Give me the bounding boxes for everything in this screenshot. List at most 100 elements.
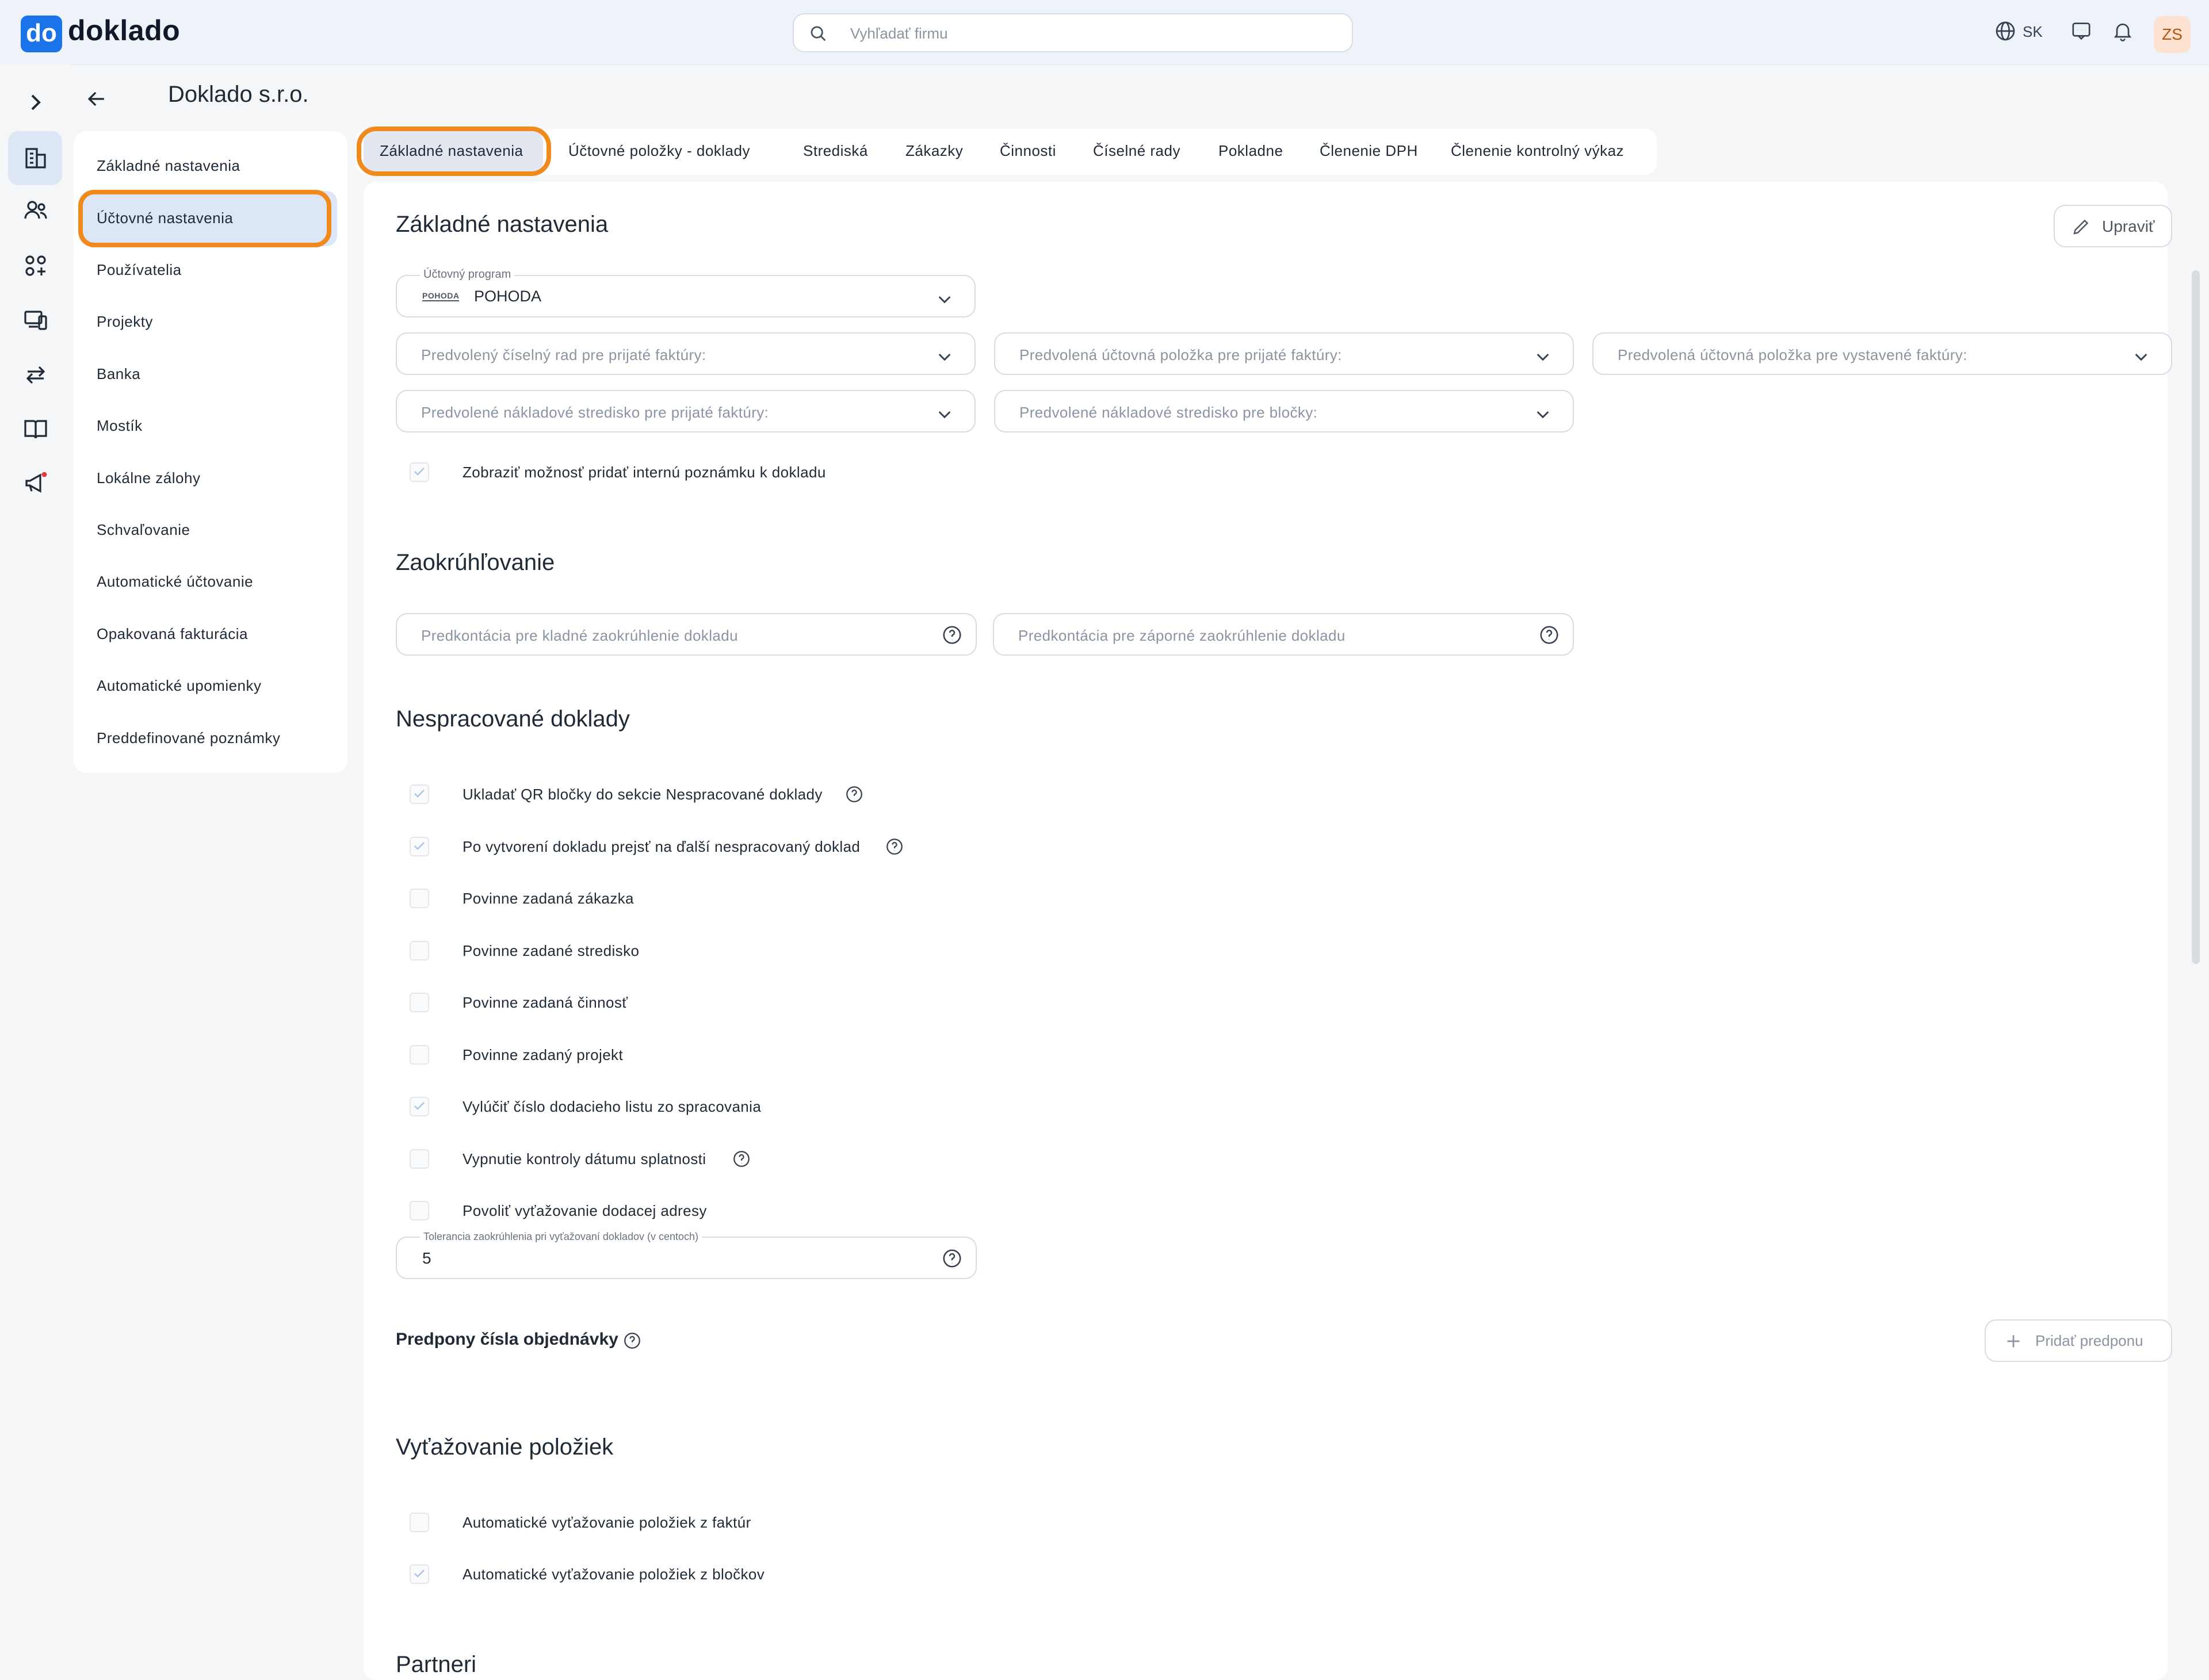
devices-icon[interactable] bbox=[22, 306, 49, 334]
delivery-address-extraction-label: Povoliť vyťažovanie dodacej adresy bbox=[463, 1202, 707, 1219]
required-center-checkbox[interactable] bbox=[410, 941, 429, 960]
tab-basic-settings[interactable]: Základné nastavenia bbox=[380, 142, 523, 160]
help-icon[interactable] bbox=[941, 624, 963, 646]
help-icon[interactable] bbox=[941, 1247, 963, 1269]
internal-note-checkbox[interactable] bbox=[410, 462, 429, 482]
users-icon[interactable] bbox=[22, 197, 49, 224]
required-project-checkbox[interactable] bbox=[410, 1045, 429, 1065]
disable-due-date-check-checkbox[interactable] bbox=[410, 1149, 429, 1169]
edit-button-label: Upraviť bbox=[2102, 217, 2155, 235]
subnav-item-basic-settings[interactable]: Základné nastavenia bbox=[97, 157, 240, 175]
extract-invoice-items-checkbox[interactable] bbox=[410, 1513, 429, 1532]
check-icon bbox=[414, 1570, 425, 1578]
help-icon[interactable] bbox=[844, 784, 864, 804]
required-order-checkbox[interactable] bbox=[410, 889, 429, 908]
tab-vat-breakdown[interactable]: Členenie DPH bbox=[1320, 142, 1418, 160]
required-activity-checkbox[interactable] bbox=[410, 993, 429, 1012]
default-item-issued-placeholder: Predvolená účtovná položka pre vystavené… bbox=[1618, 346, 1967, 363]
search-icon bbox=[811, 26, 826, 41]
chevron-down-icon bbox=[1537, 353, 1549, 361]
subnav-item-local-backups[interactable]: Lokálne zálohy bbox=[97, 469, 200, 487]
subnav-item-users[interactable]: Používatelia bbox=[97, 261, 182, 279]
logo-mark[interactable]: do bbox=[21, 16, 62, 52]
next-document-checkbox[interactable] bbox=[410, 837, 429, 856]
rounding-tolerance-label: Tolerancia zaokrúhlenia pri vyťažovaní d… bbox=[420, 1231, 702, 1243]
qr-receipts-checkbox[interactable] bbox=[410, 784, 429, 804]
subnav-item-bank[interactable]: Banka bbox=[97, 365, 140, 383]
accounting-program-label: Účtovný program bbox=[420, 268, 515, 281]
plus-icon bbox=[2007, 1335, 2020, 1348]
default-center-received-select[interactable]: Predvolené nákladové stredisko pre prija… bbox=[396, 390, 976, 433]
top-bar: do doklado SK ZS bbox=[0, 0, 2209, 65]
extract-receipt-items-checkbox[interactable] bbox=[410, 1564, 429, 1584]
help-icon[interactable] bbox=[1538, 624, 1560, 646]
next-document-label: Po vytvorení dokladu prejsť na ďalší nes… bbox=[463, 838, 861, 855]
scrollbar[interactable] bbox=[2192, 270, 2200, 964]
required-project-label: Povinne zadaný projekt bbox=[463, 1046, 624, 1063]
tab-orders[interactable]: Zákazky bbox=[905, 142, 963, 160]
subnav-item-projects[interactable]: Projekty bbox=[97, 313, 153, 331]
search-input[interactable] bbox=[849, 21, 1335, 45]
subnav-item-approval[interactable]: Schvaľovanie bbox=[97, 521, 190, 539]
rounding-positive-input[interactable]: Predkontácia pre kladné zaokrúhlenie dok… bbox=[396, 613, 977, 656]
section-title-prefixes: Predpony čísla objednávky bbox=[396, 1330, 618, 1349]
transfer-icon[interactable] bbox=[22, 361, 49, 389]
subnav-item-accounting-settings[interactable]: Účtovné nastavenia bbox=[97, 209, 233, 227]
required-center-label: Povinne zadané stredisko bbox=[463, 942, 640, 959]
megaphone-icon[interactable] bbox=[22, 469, 49, 497]
pohoda-logo: POHODA bbox=[422, 291, 460, 301]
default-item-issued-select[interactable]: Predvolená účtovná položka pre vystavené… bbox=[1592, 332, 2172, 375]
rounding-negative-placeholder: Predkontácia pre záporné zaokrúhlenie do… bbox=[1018, 627, 1346, 644]
tab-control-statement[interactable]: Členenie kontrolný výkaz bbox=[1451, 142, 1624, 160]
language-label[interactable]: SK bbox=[2023, 23, 2043, 41]
section-title-extraction: Vyťažovanie položiek bbox=[396, 1434, 614, 1460]
book-icon[interactable] bbox=[22, 415, 49, 443]
rounding-positive-placeholder: Predkontácia pre kladné zaokrúhlenie dok… bbox=[421, 627, 738, 644]
subnav-item-predefined-notes[interactable]: Preddefinované poznámky bbox=[97, 729, 280, 747]
add-prefix-button[interactable]: Pridať predponu bbox=[1985, 1319, 2172, 1362]
add-prefix-label: Pridať predponu bbox=[2035, 1332, 2143, 1349]
pencil-icon bbox=[2073, 219, 2089, 235]
delivery-address-extraction-checkbox[interactable] bbox=[410, 1201, 429, 1220]
bell-icon[interactable] bbox=[2111, 20, 2134, 43]
chevron-down-icon bbox=[2135, 353, 2147, 361]
search-box[interactable] bbox=[793, 13, 1353, 52]
subnav-item-bridge[interactable]: Mostík bbox=[97, 417, 143, 435]
default-series-received-placeholder: Predvolený číselný rad pre prijaté faktú… bbox=[421, 346, 706, 363]
help-icon[interactable] bbox=[622, 1331, 642, 1350]
chevron-down-icon bbox=[938, 411, 951, 419]
logo-text[interactable]: doklado bbox=[68, 14, 180, 47]
tab-cash-registers[interactable]: Pokladne bbox=[1218, 142, 1283, 160]
subnav-item-recurring-invoicing[interactable]: Opakovaná fakturácia bbox=[97, 625, 248, 643]
rounding-tolerance-value: 5 bbox=[422, 1249, 431, 1267]
tab-accounting-items[interactable]: Účtovné položky - doklady bbox=[568, 142, 750, 160]
default-center-receipts-select[interactable]: Predvolené nákladové stredisko pre bločk… bbox=[994, 390, 1574, 433]
edit-button[interactable]: Upraviť bbox=[2054, 205, 2172, 247]
rounding-negative-input[interactable]: Predkontácia pre záporné zaokrúhlenie do… bbox=[993, 613, 1574, 656]
globe-icon[interactable] bbox=[1994, 20, 2017, 43]
subnav-item-auto-reminders[interactable]: Automatické upomienky bbox=[97, 677, 262, 695]
expand-icon[interactable] bbox=[22, 89, 49, 116]
disable-due-date-check-label: Vypnutie kontroly dátumu splatnosti bbox=[463, 1150, 706, 1168]
chevron-down-icon bbox=[1537, 411, 1549, 419]
avatar[interactable]: ZS bbox=[2154, 16, 2191, 53]
building-icon[interactable] bbox=[22, 144, 49, 172]
subnav-item-auto-accounting[interactable]: Automatické účtovanie bbox=[97, 573, 253, 591]
chat-icon[interactable] bbox=[2070, 20, 2093, 43]
exclude-delivery-note-checkbox[interactable] bbox=[410, 1097, 429, 1116]
rounding-tolerance-input[interactable]: Tolerancia zaokrúhlenia pri vyťažovaní d… bbox=[396, 1231, 977, 1279]
check-icon bbox=[414, 1102, 425, 1110]
default-item-received-select[interactable]: Predvolená účtovná položka pre prijaté f… bbox=[994, 332, 1574, 375]
tab-number-series[interactable]: Číselné rady bbox=[1093, 142, 1180, 160]
help-icon[interactable] bbox=[885, 837, 904, 856]
default-series-received-select[interactable]: Predvolený číselný rad pre prijaté faktú… bbox=[396, 332, 976, 375]
apps-icon[interactable] bbox=[22, 252, 49, 280]
section-title-partners: Partneri bbox=[396, 1652, 477, 1677]
check-icon bbox=[414, 842, 425, 850]
help-icon[interactable] bbox=[732, 1149, 751, 1169]
tab-activities[interactable]: Činnosti bbox=[1000, 142, 1056, 160]
accounting-program-select[interactable]: Účtovný program POHODA POHODA bbox=[396, 268, 976, 317]
check-icon bbox=[414, 790, 425, 798]
tab-centers[interactable]: Strediská bbox=[803, 142, 868, 160]
back-arrow-icon[interactable] bbox=[84, 86, 109, 112]
